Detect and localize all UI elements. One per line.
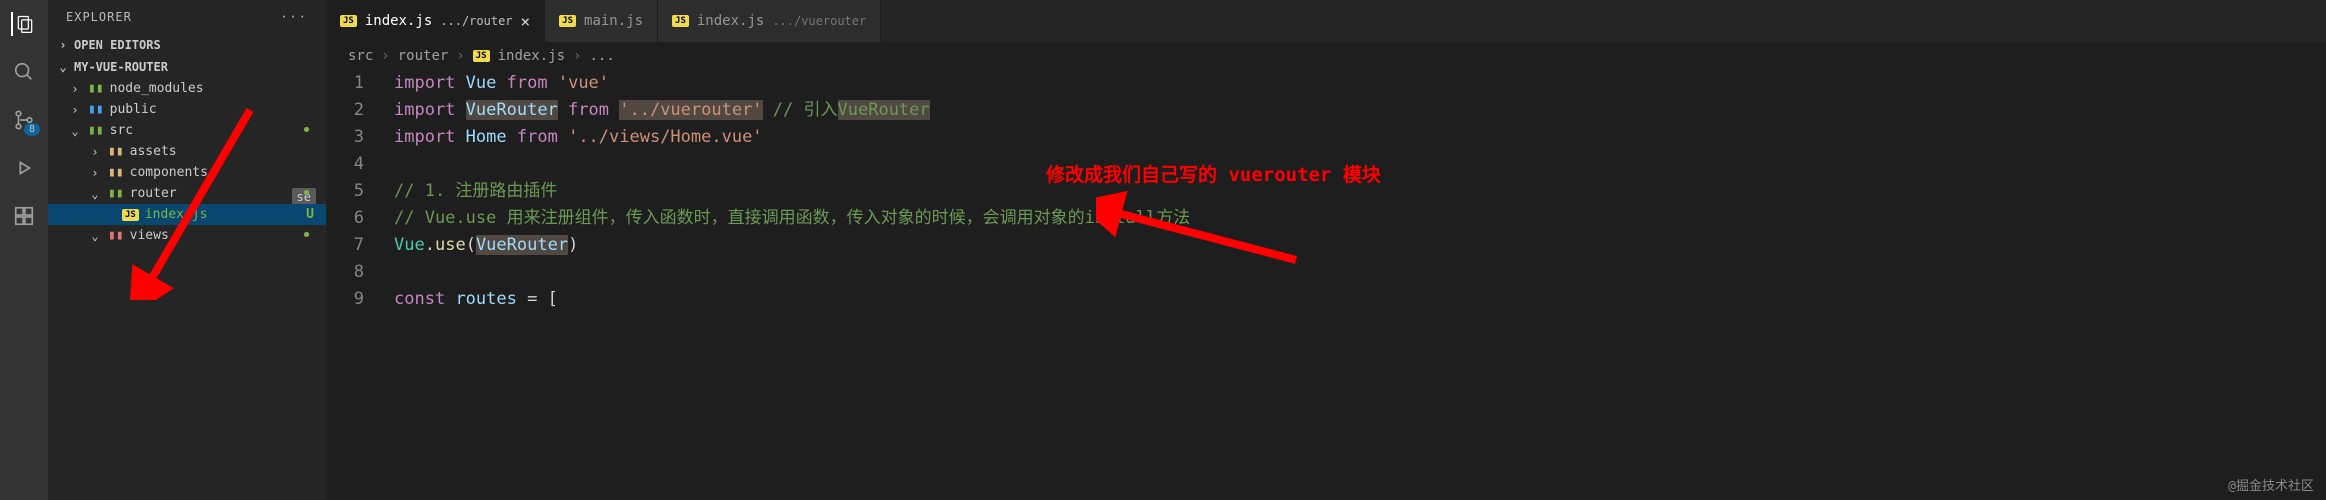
tree-item-components[interactable]: › ▮▮ components [48,162,326,183]
chevron-right-icon: › [56,38,70,52]
tabs-bar: JS index.js .../router × JS main.js JS i… [326,0,2326,42]
tree-item-router[interactable]: ⌄ ▮▮ router • [48,183,326,204]
chevron-down-icon: ⌄ [88,229,102,243]
search-icon[interactable] [12,60,36,84]
tree-item-src[interactable]: ⌄ ▮▮ src • [48,120,326,141]
chevron-down-icon: ⌄ [56,60,70,74]
chevron-down-icon: ⌄ [68,124,82,138]
debug-icon[interactable] [12,156,36,180]
line-numbers: 1 2 3 4 5 6 7 8 9 [326,70,382,500]
project-section[interactable]: ⌄ MY-VUE-ROUTER [48,56,326,78]
js-file-icon: JS [340,15,357,27]
sidebar-header: EXPLORER ··· [48,0,326,34]
folder-icon: ▮▮ [108,165,124,180]
sidebar-title: EXPLORER [66,10,132,24]
tree-item-views[interactable]: ⌄ ▮▮ views • [48,225,326,246]
annotation-text: 修改成我们自己写的 vuerouter 模块 [1046,162,1381,189]
extensions-icon[interactable] [12,204,36,228]
tab-index-router[interactable]: JS index.js .../router × [326,0,545,42]
tab-index-vuerouter[interactable]: JS index.js .../vuerouter [658,0,881,42]
chevron-right-icon: › [68,103,82,117]
folder-icon: ▮▮ [108,144,124,159]
chevron-right-icon: › [456,48,464,64]
close-icon[interactable]: × [521,12,531,31]
chevron-down-icon: ⌄ [88,187,102,201]
tree-item-node-modules[interactable]: › ▮▮ node_modules [48,78,326,99]
folder-icon: ▮▮ [88,102,104,117]
source-control-icon[interactable]: 8 [12,108,36,132]
chevron-right-icon: › [573,48,581,64]
chevron-right-icon: › [88,166,102,180]
chevron-right-icon: › [68,82,82,96]
watermark: @掘金技术社区 [2228,475,2314,494]
code-editor[interactable]: 1 2 3 4 5 6 7 8 9 import Vue from 'vue' … [326,70,2326,500]
git-untracked: U [306,207,314,222]
git-modified-dot: • [301,183,312,204]
chevron-right-icon: › [88,145,102,159]
chevron-right-icon: › [381,48,389,64]
tree-item-public[interactable]: › ▮▮ public [48,99,326,120]
folder-icon: ▮▮ [108,228,124,243]
js-file-icon: JS [473,50,490,62]
js-file-icon: JS [559,15,576,27]
open-editors-section[interactable]: › OPEN EDITORS [48,34,326,56]
js-file-icon: JS [672,15,689,27]
breadcrumb[interactable]: src › router › JS index.js › ... [326,42,2326,70]
tree-item-assets[interactable]: › ▮▮ assets [48,141,326,162]
folder-icon: ▮▮ [88,81,104,96]
scm-badge: 8 [24,123,40,136]
js-file-icon: JS [122,209,139,221]
git-modified-dot: • [301,120,312,141]
git-modified-dot: • [301,225,312,246]
explorer-icon[interactable] [11,12,35,36]
tab-main-js[interactable]: JS main.js [545,0,658,42]
sidebar: EXPLORER ··· › OPEN EDITORS ⌄ MY-VUE-ROU… [48,0,326,500]
code-content[interactable]: import Vue from 'vue' import VueRouter f… [382,70,2326,500]
more-icon[interactable]: ··· [280,10,308,24]
tree-item-index-js[interactable]: JS index.js U [48,204,326,225]
editor-area: JS index.js .../router × JS main.js JS i… [326,0,2326,500]
activity-bar: 8 [0,0,48,500]
folder-icon: ▮▮ [108,186,124,201]
folder-icon: ▮▮ [88,123,104,138]
